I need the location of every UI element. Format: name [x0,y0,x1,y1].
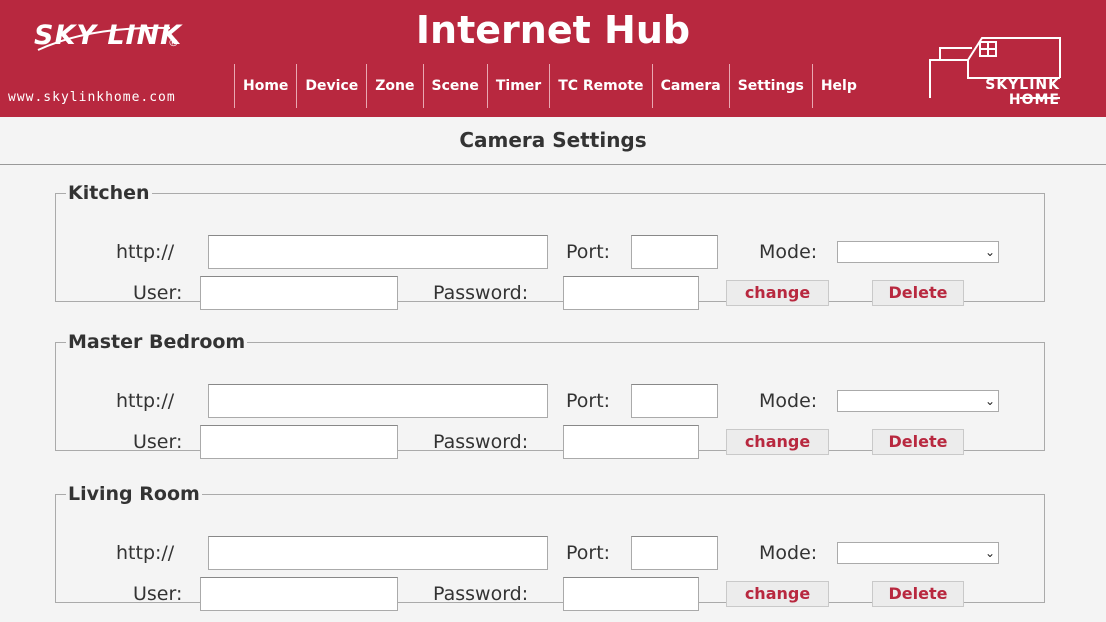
port-input[interactable] [631,536,718,570]
user-input[interactable] [200,577,398,611]
user-label: User: [133,431,183,453]
port-input[interactable] [631,384,718,418]
camera-name: Master Bedroom [68,331,246,353]
mode-label: Mode: [759,241,818,263]
change-button[interactable]: change [726,581,829,607]
http-label: http:// [116,241,175,263]
http-label: http:// [116,390,175,412]
mode-select[interactable]: ⌄ [837,241,999,263]
mode-label: Mode: [759,542,818,564]
brand-line-1: SKYLINK [985,77,1060,93]
nav-home[interactable]: Home [234,64,296,108]
delete-button[interactable]: Delete [872,429,964,455]
nav-tc-remote[interactable]: TC Remote [549,64,651,108]
nav-timer[interactable]: Timer [486,64,549,108]
port-label: Port: [566,241,611,263]
site-url[interactable]: www.skylinkhome.com [8,90,176,105]
camera-url-input[interactable] [208,384,548,418]
nav-settings[interactable]: Settings [728,64,812,108]
change-button[interactable]: change [726,280,829,306]
page-title: Camera Settings [459,128,647,152]
user-input[interactable] [200,276,398,310]
change-button[interactable]: change [726,429,829,455]
port-label: Port: [566,390,611,412]
user-label: User: [133,583,183,605]
main-nav: Home Device Zone Scene Timer TC Remote C… [234,64,865,108]
port-label: Port: [566,542,611,564]
delete-button[interactable]: Delete [872,581,964,607]
camera-name: Living Room [68,483,200,505]
password-label: Password: [433,282,529,304]
brand-line-2: HOME [1008,92,1060,108]
nav-help[interactable]: Help [811,64,865,108]
dropdown-arrow-icon: ⌄ [984,546,995,560]
password-label: Password: [433,583,529,605]
nav-scene[interactable]: Scene [422,64,487,108]
header-bar: SKY LINK ® www.skylinkhome.com Internet … [0,0,1106,117]
dropdown-arrow-icon: ⌄ [984,245,995,259]
dropdown-arrow-icon: ⌄ [984,394,995,408]
camera-group-master-bedroom: Master Bedroom http:// Port: Mode: ⌄ Use… [55,331,1045,459]
nav-device[interactable]: Device [296,64,366,108]
http-label: http:// [116,542,175,564]
user-label: User: [133,282,183,304]
mode-select[interactable]: ⌄ [837,542,999,564]
password-input[interactable] [563,577,699,611]
password-label: Password: [433,431,529,453]
port-input[interactable] [631,235,718,269]
mode-label: Mode: [759,390,818,412]
password-input[interactable] [563,425,699,459]
camera-url-input[interactable] [208,536,548,570]
camera-group-kitchen: Kitchen http:// Port: Mode: ⌄ User: Pass… [55,182,1045,310]
camera-group-living-room: Living Room http:// Port: Mode: ⌄ User: … [55,483,1045,611]
camera-name: Kitchen [68,182,150,204]
password-input[interactable] [563,276,699,310]
title-divider [0,164,1106,165]
delete-button[interactable]: Delete [872,280,964,306]
user-input[interactable] [200,425,398,459]
skylink-home-brand: SKYLINK HOME [950,78,1060,108]
camera-url-input[interactable] [208,235,548,269]
nav-zone[interactable]: Zone [366,64,422,108]
mode-select[interactable]: ⌄ [837,390,999,412]
nav-camera[interactable]: Camera [651,64,729,108]
